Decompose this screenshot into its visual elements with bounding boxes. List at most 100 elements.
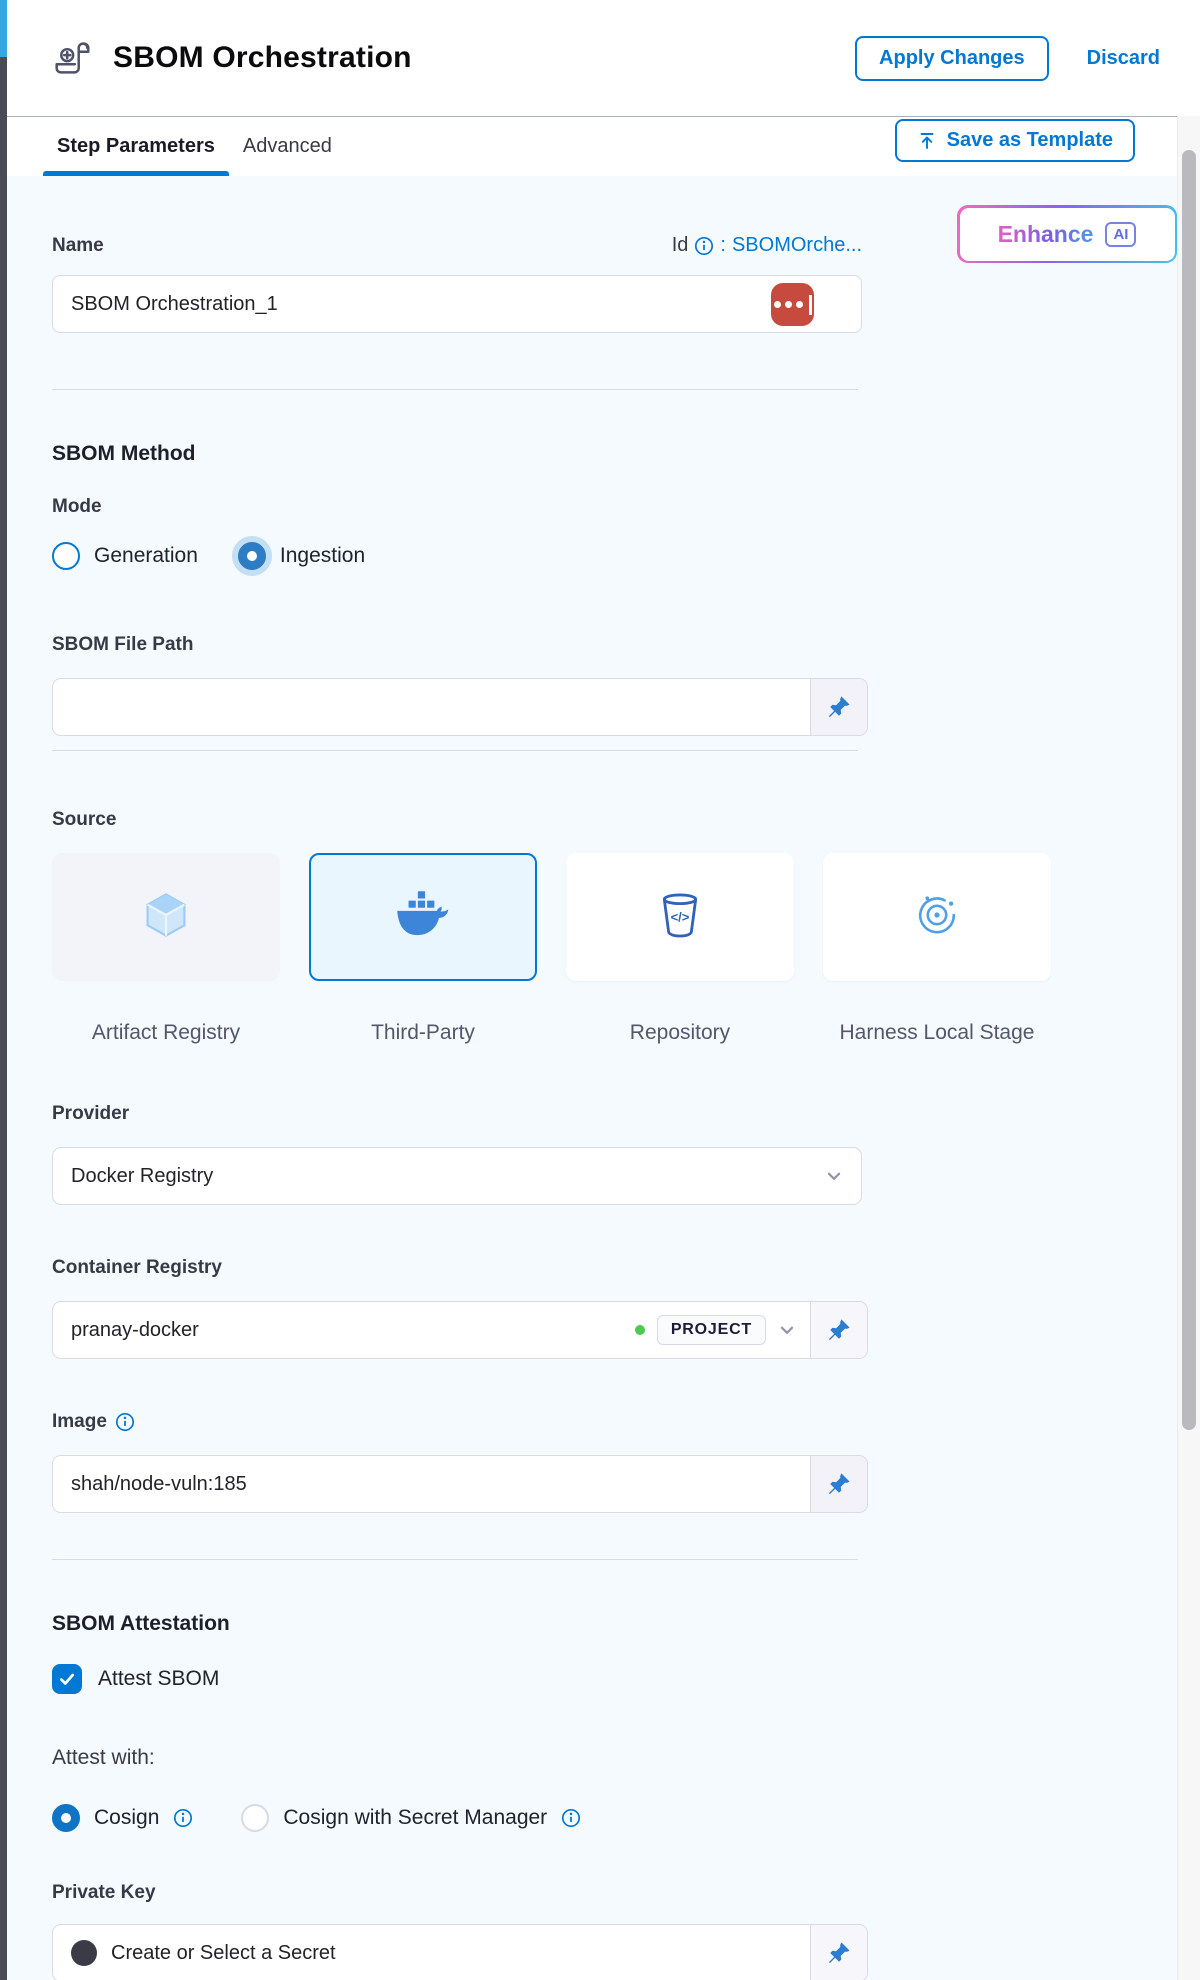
drawer-header: SBOM Orchestration Apply Changes Discard	[7, 0, 1200, 116]
chevron-down-icon[interactable]	[778, 1321, 796, 1339]
harness-stage-icon	[911, 889, 963, 946]
enhance-label: Enhance	[998, 221, 1094, 248]
name-input[interactable]	[52, 275, 862, 333]
source-label: Source	[52, 809, 1177, 831]
name-label: Name	[52, 235, 104, 257]
runtime-input-pin-button[interactable]	[810, 679, 867, 735]
source-card-third-party[interactable]	[309, 853, 537, 981]
source-card-label: Third-Party	[309, 1019, 537, 1047]
discard-button[interactable]: Discard	[1087, 47, 1160, 70]
radio-generation-label: Generation	[94, 544, 198, 568]
step-parameters-panel: Name Id : SBOMOrche... Enhance	[7, 176, 1177, 1980]
source-card-label: Artifact Registry	[52, 1019, 280, 1047]
image-field	[52, 1455, 868, 1513]
section-divider	[52, 750, 858, 751]
radio-ingestion-label: Ingestion	[280, 544, 365, 568]
section-divider	[52, 389, 858, 390]
repository-icon: </>	[654, 889, 706, 946]
runtime-input-pin-button[interactable]	[810, 1925, 867, 1980]
attest-with-label: Attest with:	[52, 1746, 1177, 1770]
tab-step-parameters-label: Step Parameters	[57, 135, 215, 158]
sbom-scroll-icon	[49, 35, 95, 81]
radio-generation[interactable]: Generation	[52, 542, 198, 570]
save-as-template-label: Save as Template	[947, 129, 1113, 152]
id-info-icon[interactable]	[694, 236, 714, 256]
runtime-input-pin-button[interactable]	[810, 1302, 867, 1358]
mode-radio-group: Generation Ingestion	[52, 542, 1177, 570]
radio-cosign-secret-manager-label: Cosign with Secret Manager	[283, 1806, 547, 1830]
container-registry-select[interactable]: pranay-docker PROJECT	[53, 1302, 810, 1358]
source-card-label: Repository	[566, 1019, 794, 1047]
private-key-field[interactable]: Create or Select a Secret	[52, 1924, 868, 1980]
section-divider	[52, 1559, 858, 1560]
image-input[interactable]	[53, 1456, 810, 1512]
sbom-file-path-label: SBOM File Path	[52, 634, 1177, 656]
save-as-template-button[interactable]: Save as Template	[895, 119, 1135, 162]
svg-text:</>: </>	[671, 909, 690, 924]
source-card-repository[interactable]: </>	[566, 853, 794, 981]
name-section: Name Id : SBOMOrche... Enhance	[52, 176, 1177, 333]
id-separator: :	[720, 234, 726, 257]
connector-status-dot	[635, 1325, 645, 1335]
sbom-attestation-heading: SBOM Attestation	[52, 1612, 1177, 1636]
ai-badge: AI	[1105, 222, 1136, 247]
runtime-input-pin-button[interactable]	[810, 1456, 867, 1512]
tab-step-parameters[interactable]: Step Parameters	[43, 117, 229, 176]
source-card-label: Harness Local Stage	[823, 1019, 1051, 1047]
source-card-harness-local-stage[interactable]	[823, 853, 1051, 981]
cosign-info-icon[interactable]	[173, 1808, 193, 1828]
sbom-file-path-input[interactable]	[53, 679, 810, 735]
tab-advanced-label: Advanced	[243, 135, 332, 158]
private-key-label: Private Key	[52, 1882, 1177, 1904]
step-id-group: Id : SBOMOrche...	[672, 234, 862, 257]
provider-select[interactable]: Docker Registry	[52, 1147, 862, 1205]
radio-ingestion[interactable]: Ingestion	[238, 542, 365, 570]
container-registry-value: pranay-docker	[71, 1319, 623, 1342]
id-value-link[interactable]: SBOMOrche...	[732, 234, 862, 257]
cosign-secret-manager-info-icon[interactable]	[561, 1808, 581, 1828]
container-registry-label: Container Registry	[52, 1257, 1177, 1279]
image-label: Image	[52, 1411, 107, 1433]
selected-step-accent	[0, 0, 7, 57]
radio-generation-control[interactable]	[52, 542, 80, 570]
sbom-file-path-field	[52, 678, 868, 736]
id-label: Id	[672, 234, 689, 257]
radio-cosign-secret-manager[interactable]: Cosign with Secret Manager	[241, 1804, 581, 1832]
private-key-placeholder: Create or Select a Secret	[111, 1942, 336, 1965]
radio-cosign[interactable]: Cosign	[52, 1804, 193, 1832]
scope-badge: PROJECT	[657, 1315, 766, 1345]
image-info-icon[interactable]	[115, 1412, 135, 1432]
text-cursor-extension-icon[interactable]	[771, 283, 814, 326]
attest-sbom-label: Attest SBOM	[98, 1667, 219, 1691]
attest-sbom-checkbox-row[interactable]: Attest SBOM	[52, 1664, 1177, 1694]
tabbar-spacer	[346, 117, 895, 176]
radio-cosign-control[interactable]	[52, 1804, 80, 1832]
cube-icon	[140, 889, 192, 946]
source-card-artifact-registry[interactable]	[52, 853, 280, 981]
provider-label: Provider	[52, 1103, 1177, 1125]
attest-sbom-checkbox[interactable]	[52, 1664, 82, 1694]
radio-cosign-label: Cosign	[94, 1806, 159, 1830]
upload-icon	[917, 131, 937, 151]
tab-advanced[interactable]: Advanced	[229, 117, 346, 176]
secret-key-icon	[71, 1940, 97, 1966]
radio-cosign-secret-manager-control[interactable]	[241, 1804, 269, 1832]
enhance-ai-button[interactable]: Enhance AI	[957, 205, 1177, 263]
provider-value: Docker Registry	[71, 1165, 825, 1188]
scrollbar-thumb[interactable]	[1182, 150, 1196, 1430]
sbom-orchestration-drawer: SBOM Orchestration Apply Changes Discard…	[0, 0, 1200, 1980]
apply-changes-button[interactable]: Apply Changes	[855, 36, 1049, 81]
attest-with-radio-group: Cosign Cosign with Secret Manager	[52, 1804, 1177, 1832]
source-card-labels: Artifact Registry Third-Party Repository…	[52, 1019, 1177, 1047]
tab-bar: Step Parameters Advanced Save as Templat…	[7, 116, 1177, 176]
radio-ingestion-control[interactable]	[238, 542, 266, 570]
scrollbar-track[interactable]	[1177, 116, 1200, 1980]
background-panel-edge	[0, 0, 7, 1980]
source-cards: </>	[52, 853, 1177, 981]
container-registry-field: pranay-docker PROJECT	[52, 1301, 868, 1359]
sbom-method-heading: SBOM Method	[52, 442, 1177, 466]
page-title: SBOM Orchestration	[113, 41, 855, 75]
docker-icon	[390, 889, 456, 946]
mode-label: Mode	[52, 496, 1177, 518]
chevron-down-icon	[825, 1167, 843, 1185]
